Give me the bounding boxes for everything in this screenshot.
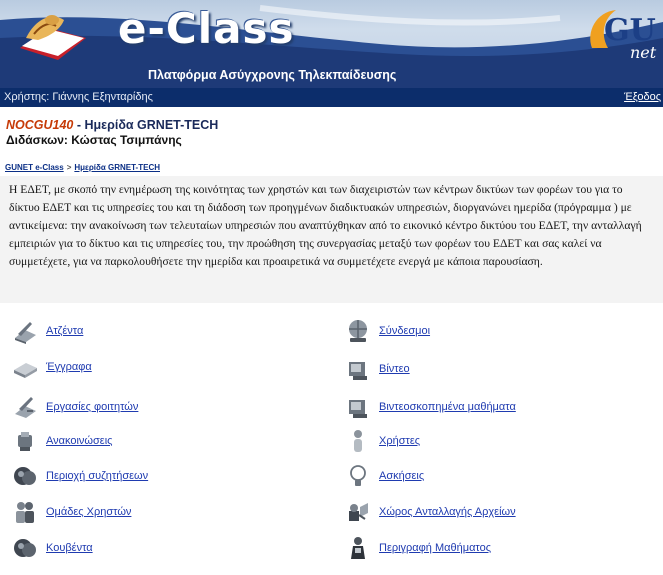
svg-text:net: net bbox=[630, 43, 657, 62]
course-separator: - bbox=[73, 118, 85, 132]
tool-groups[interactable]: Ομάδες Χρηστών bbox=[12, 499, 131, 525]
tool-course-description[interactable]: Περιγραφή Μαθήματος bbox=[345, 535, 491, 561]
breadcrumb-current[interactable]: Ημερίδα GRNET-TECH bbox=[74, 163, 160, 172]
tool-label: Ανακοινώσεις bbox=[46, 435, 113, 447]
header-banner: e-Class GU net bbox=[0, 0, 663, 73]
course-teacher: Διδάσκων: Κώστας Τσιμπάνης bbox=[6, 133, 182, 147]
course-header: NOCGU140 - Ημερίδα GRNET-TECH Διδάσκων: … bbox=[0, 107, 663, 157]
tool-label: Χρήστες bbox=[379, 435, 421, 447]
tool-label: Ατζέντα bbox=[46, 325, 84, 337]
tool-forum[interactable]: Περιοχή συζητήσεων bbox=[12, 463, 148, 489]
logout-link[interactable]: Έξοδος bbox=[624, 91, 661, 103]
assignments-icon bbox=[15, 397, 36, 418]
breadcrumb-separator: > bbox=[66, 163, 72, 172]
gunet-logo: GU net bbox=[590, 10, 657, 62]
course-name: Ημερίδα GRNET-TECH bbox=[84, 118, 219, 132]
chat-icon bbox=[14, 539, 36, 557]
tool-users[interactable]: Χρήστες bbox=[345, 428, 420, 454]
tool-label: Ομάδες Χρηστών bbox=[46, 506, 132, 518]
tool-label: Χώρος Ανταλλαγής Αρχείων bbox=[379, 506, 516, 518]
users-icon bbox=[354, 430, 362, 452]
tool-label: Βίντεο bbox=[379, 363, 410, 375]
tool-announcements[interactable]: Ανακοινώσεις bbox=[12, 428, 112, 454]
file-exchange-icon bbox=[349, 503, 368, 521]
tool-agenda[interactable]: Ατζέντα bbox=[12, 318, 83, 344]
breadcrumb: GUNET e-Class > Ημερίδα GRNET-TECH bbox=[5, 163, 160, 172]
course-title: NOCGU140 - Ημερίδα GRNET-TECH bbox=[6, 118, 218, 132]
announcements-icon bbox=[18, 432, 32, 451]
tool-exercises[interactable]: Ασκήσεις bbox=[345, 463, 424, 489]
tool-file-exchange[interactable]: Χώρος Ανταλλαγής Αρχείων bbox=[345, 499, 516, 525]
banner-swoosh bbox=[0, 5, 663, 66]
video-lessons-icon bbox=[349, 400, 367, 418]
course-code: NOCGU140 bbox=[6, 118, 74, 132]
tool-label: Σύνδεσμοι bbox=[379, 325, 431, 337]
course-description-text: Η ΕΔΕΤ, με σκοπό την ενημέρωση της κοινό… bbox=[9, 183, 642, 268]
course-description-box: Η ΕΔΕΤ, με σκοπό την ενημέρωση της κοινό… bbox=[0, 176, 663, 303]
tool-label: Έγγραφα bbox=[46, 361, 92, 373]
video-icon bbox=[349, 362, 367, 380]
current-user: Χρήστης: Γιάννης Εξηνταρίδης bbox=[4, 91, 153, 103]
platform-subtitle: Πλατφόρμα Ασύγχρονης Τηλεκπαίδευσης bbox=[148, 68, 397, 82]
groups-icon bbox=[16, 502, 34, 523]
e-class-book-logo bbox=[20, 15, 86, 60]
tool-label: Κουβέντα bbox=[46, 542, 93, 554]
tool-links[interactable]: Σύνδεσμοι bbox=[345, 318, 430, 344]
tool-label: Περιγραφή Μαθήματος bbox=[379, 542, 492, 554]
tool-label: Περιοχή συζητήσεων bbox=[46, 470, 149, 482]
tool-label: Ασκήσεις bbox=[379, 470, 425, 482]
exercises-icon bbox=[350, 465, 366, 486]
tool-chat[interactable]: Κουβέντα bbox=[12, 535, 93, 561]
links-icon bbox=[349, 320, 367, 342]
breadcrumb-home[interactable]: GUNET e-Class bbox=[5, 163, 64, 172]
course-description-icon bbox=[351, 537, 365, 559]
tool-documents[interactable]: Έγγραφα bbox=[12, 354, 92, 380]
user-bar: Χρήστης: Γιάννης Εξηνταρίδης Έξοδος bbox=[0, 88, 663, 107]
tool-assignments[interactable]: Εργασίες φοιτητών bbox=[12, 394, 138, 420]
tool-label: Βιντεοσκοπημένα μαθήματα bbox=[379, 401, 516, 413]
agenda-icon bbox=[15, 322, 36, 344]
documents-icon bbox=[14, 363, 37, 378]
tool-video-lessons[interactable]: Βιντεοσκοπημένα μαθήματα bbox=[345, 394, 516, 420]
forum-icon bbox=[14, 467, 36, 485]
tool-label: Εργασίες φοιτητών bbox=[46, 401, 139, 413]
tool-video[interactable]: Βίντεο bbox=[345, 356, 410, 382]
e-class-logo-text: e-Class bbox=[118, 4, 295, 53]
